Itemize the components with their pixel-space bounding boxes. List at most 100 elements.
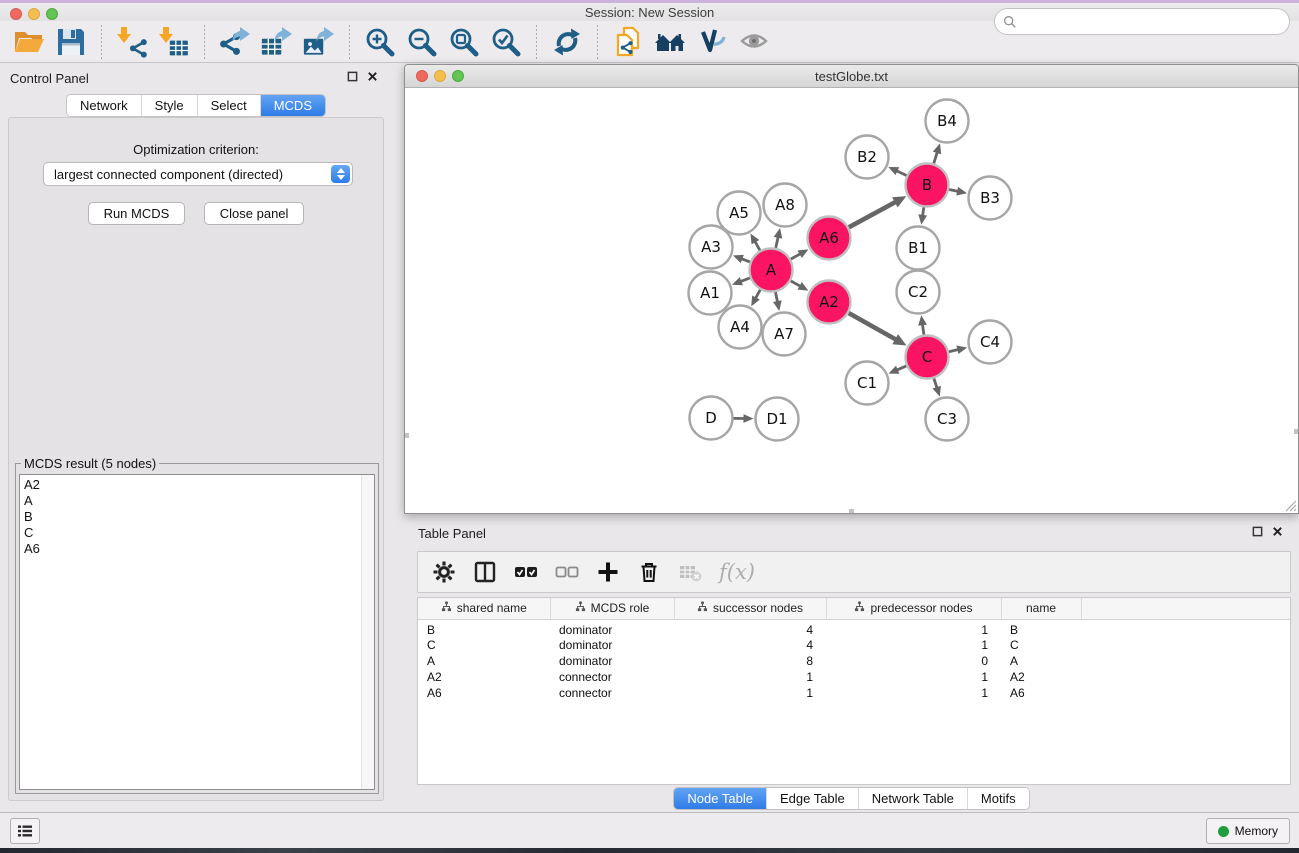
- network-window-titlebar[interactable]: testGlobe.txt: [405, 65, 1298, 88]
- column-header-name[interactable]: name: [1001, 598, 1081, 619]
- table-cell[interactable]: B: [418, 619, 550, 637]
- tab-edge-table[interactable]: Edge Table: [766, 788, 858, 809]
- save-session-icon[interactable]: [55, 26, 87, 58]
- table-cell[interactable]: A: [418, 653, 550, 669]
- refresh-icon[interactable]: [551, 26, 583, 58]
- tab-node-table[interactable]: Node Table: [674, 788, 766, 809]
- graph-edge-C-C2[interactable]: [922, 324, 923, 335]
- graph-edge-A-A3[interactable]: [741, 259, 750, 262]
- mcds-result-item[interactable]: B: [24, 509, 374, 525]
- graph-edge-B-B4[interactable]: [934, 152, 938, 164]
- graph-edge-B-B1[interactable]: [923, 207, 924, 216]
- delete-icon[interactable]: [637, 560, 661, 584]
- table-row[interactable]: Cdominator41C: [418, 637, 1290, 653]
- export-table-icon[interactable]: [261, 26, 293, 58]
- graph-edge-A-A7[interactable]: [775, 292, 777, 302]
- network-graph[interactable]: AA1A2A3A4A5A6A7A8BB1B2B3B4CC1C2C3C4DD1: [405, 88, 1298, 513]
- close-panel-icon[interactable]: [1272, 526, 1283, 537]
- mcds-result-item[interactable]: A6: [24, 541, 374, 557]
- graph-edge-A-A5[interactable]: [755, 241, 760, 250]
- deselect-all-icon[interactable]: [555, 560, 579, 584]
- home-icon[interactable]: [654, 26, 686, 58]
- export-network-icon[interactable]: [219, 26, 251, 58]
- search-box[interactable]: [994, 8, 1290, 35]
- table-cell[interactable]: 1: [826, 637, 1001, 653]
- eye-icon[interactable]: [738, 26, 770, 58]
- table-cell[interactable]: A: [1001, 653, 1081, 669]
- graph-edge-B-B2[interactable]: [896, 171, 906, 176]
- zoom-in-icon[interactable]: [364, 26, 396, 58]
- table-cell[interactable]: A6: [1001, 685, 1081, 701]
- column-header-mcds-role[interactable]: MCDS role: [550, 598, 674, 619]
- table-cell[interactable]: B: [1001, 619, 1081, 637]
- tab-style[interactable]: Style: [141, 95, 197, 116]
- select-all-icon[interactable]: [514, 560, 538, 584]
- graph-edge-A-A8[interactable]: [776, 237, 778, 248]
- tab-network[interactable]: Network: [67, 95, 141, 116]
- table-cell[interactable]: dominator: [550, 637, 674, 653]
- close-panel-icon[interactable]: [367, 71, 378, 82]
- table-cell[interactable]: 1: [674, 669, 826, 685]
- tab-network-table[interactable]: Network Table: [858, 788, 967, 809]
- mcds-result-list[interactable]: A2ABCA6: [19, 474, 375, 790]
- gear-icon[interactable]: [432, 560, 456, 584]
- columns-icon[interactable]: [473, 560, 497, 584]
- table-row[interactable]: Adominator80A: [418, 653, 1290, 669]
- graph-edge-A-A4[interactable]: [756, 290, 761, 299]
- column-header-shared-name[interactable]: shared name: [418, 598, 550, 619]
- mcds-result-item[interactable]: A: [24, 493, 374, 509]
- open-file-icon[interactable]: [13, 26, 45, 58]
- float-panel-icon[interactable]: [347, 71, 358, 82]
- table-cell[interactable]: 0: [826, 653, 1001, 669]
- zoom-selected-icon[interactable]: [490, 26, 522, 58]
- graph-edge-A2-C[interactable]: [849, 313, 896, 340]
- resize-grip-icon[interactable]: [1283, 498, 1297, 512]
- table-cell[interactable]: C: [1001, 637, 1081, 653]
- table-cell[interactable]: 1: [674, 685, 826, 701]
- show-graphics-details-icon[interactable]: [696, 26, 728, 58]
- import-network-icon[interactable]: [116, 26, 148, 58]
- scrollbar[interactable]: [405, 433, 409, 438]
- column-header-successor-nodes[interactable]: successor nodes: [674, 598, 826, 619]
- table-cell[interactable]: A2: [418, 669, 550, 685]
- tab-mcds[interactable]: MCDS: [260, 95, 325, 116]
- table-cell[interactable]: connector: [550, 685, 674, 701]
- column-header-predecessor-nodes[interactable]: predecessor nodes: [826, 598, 1001, 619]
- table-cell[interactable]: A6: [418, 685, 550, 701]
- tab-select[interactable]: Select: [197, 95, 260, 116]
- criterion-dropdown[interactable]: largest connected component (directed): [43, 162, 353, 186]
- graph-edge-A-A1[interactable]: [740, 278, 750, 282]
- graph-edge-C-C1[interactable]: [897, 366, 907, 370]
- float-panel-icon[interactable]: [1252, 526, 1263, 537]
- mcds-result-item[interactable]: C: [24, 525, 374, 541]
- table-cell[interactable]: dominator: [550, 653, 674, 669]
- export-image-icon[interactable]: [303, 26, 335, 58]
- table-cell[interactable]: connector: [550, 669, 674, 685]
- table-cell[interactable]: 1: [826, 685, 1001, 701]
- mcds-result-item[interactable]: A2: [24, 477, 374, 493]
- scrollbar[interactable]: [849, 509, 854, 513]
- graph-edge-A-A2[interactable]: [791, 281, 801, 286]
- table-cell[interactable]: 1: [826, 619, 1001, 637]
- table-row[interactable]: Bdominator41B: [418, 619, 1290, 637]
- graph-edge-C-C4[interactable]: [949, 350, 958, 352]
- zoom-fit-icon[interactable]: [448, 26, 480, 58]
- table-row[interactable]: A2connector11A2: [418, 669, 1290, 685]
- table-cell[interactable]: dominator: [550, 619, 674, 637]
- table-cell[interactable]: 1: [826, 669, 1001, 685]
- scrollbar[interactable]: [361, 475, 374, 789]
- scrollbar[interactable]: [1294, 429, 1298, 434]
- table-cell[interactable]: 4: [674, 637, 826, 653]
- ui-mode-button[interactable]: [10, 818, 40, 844]
- graph-edge-B-B3[interactable]: [949, 190, 958, 192]
- graph-edge-A6-B[interactable]: [849, 202, 896, 227]
- table-row[interactable]: A6connector11A6: [418, 685, 1290, 701]
- graph-edge-C-C3[interactable]: [934, 378, 937, 388]
- network-file-icon[interactable]: [612, 26, 644, 58]
- graph-edge-A-A6[interactable]: [791, 254, 801, 259]
- run-mcds-button[interactable]: Run MCDS: [88, 202, 186, 225]
- table-cell[interactable]: A2: [1001, 669, 1081, 685]
- table-cell[interactable]: C: [418, 637, 550, 653]
- close-panel-button[interactable]: Close panel: [204, 202, 305, 225]
- table-cell[interactable]: 8: [674, 653, 826, 669]
